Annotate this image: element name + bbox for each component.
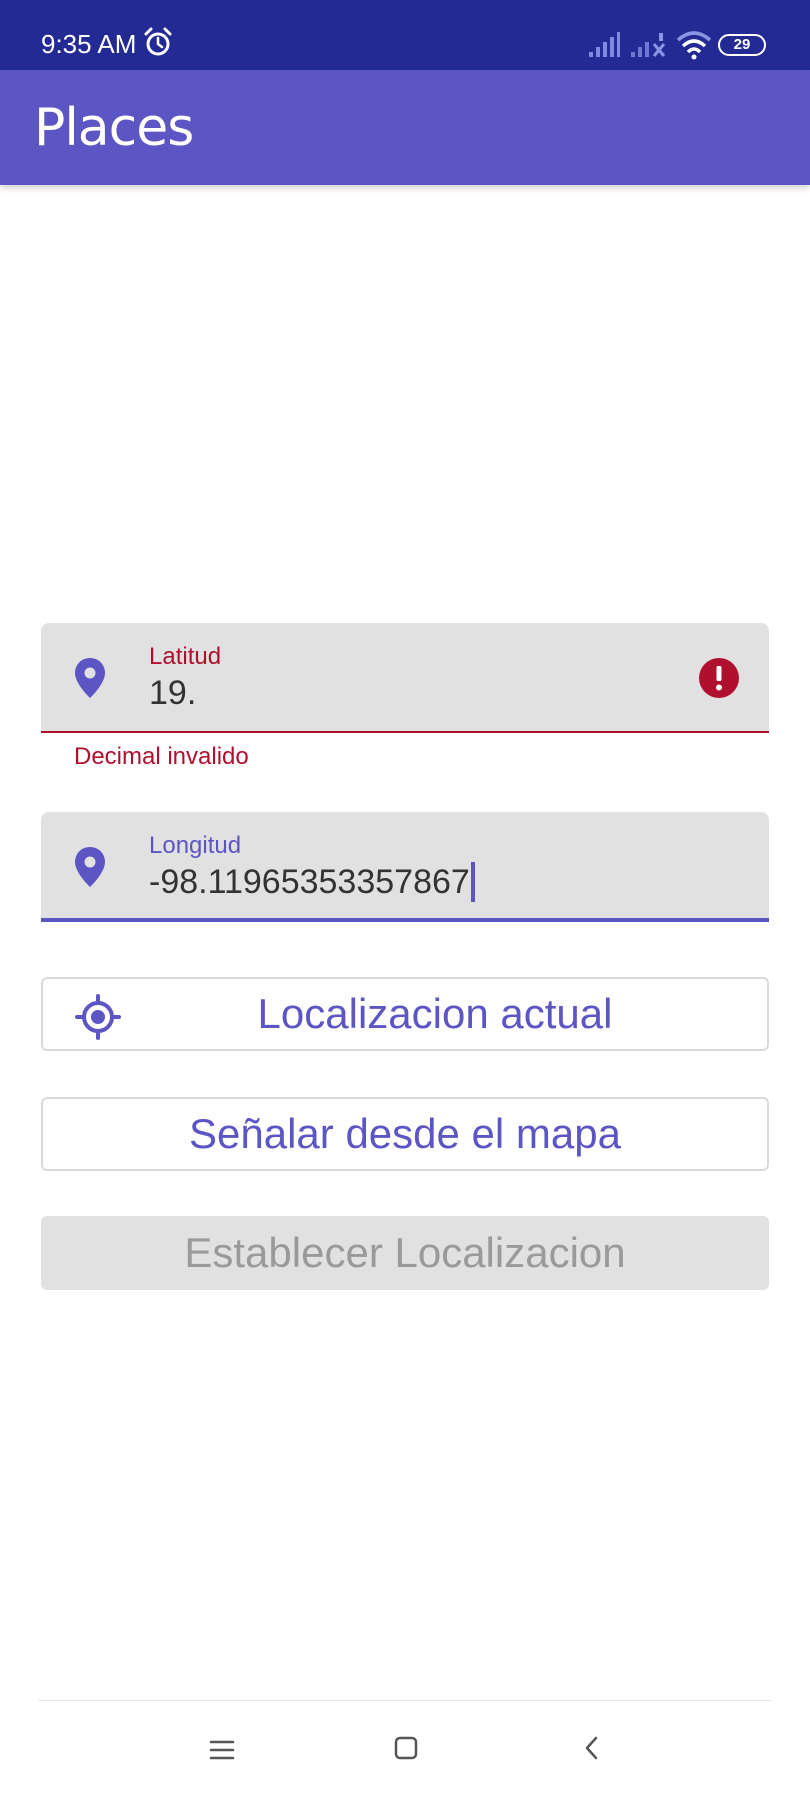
latitude-input[interactable]: 19. [149,673,196,713]
pick-on-map-label: Señalar desde el mapa [189,1110,621,1157]
latitude-error-message: Decimal invalido [74,743,249,770]
app-bar: Places [0,70,810,185]
wifi-icon [676,31,712,60]
error-icon [699,658,739,698]
nav-divider [38,1700,772,1701]
battery-icon: 29 [718,34,766,56]
latitude-label: Latitud [149,643,222,670]
current-location-button[interactable]: Localizacion actual [41,977,769,1051]
page-title: Places [34,98,194,158]
status-bar: 9:35 AM 29 [0,0,810,70]
signal-icon [631,33,666,57]
screen: 9:35 AM 29 Places Latitud 19. Decimal in… [0,0,810,1800]
latitude-field[interactable]: Latitud 19. [41,623,769,733]
pick-on-map-button[interactable]: Señalar desde el mapa [41,1097,769,1171]
back-icon[interactable] [578,1734,606,1762]
set-location-label: Establecer Localizacion [184,1229,626,1276]
battery-level: 29 [733,36,751,53]
location-pin-icon [75,658,105,698]
longitude-field[interactable]: Longitud -98.11965353357867 [41,812,769,922]
set-location-button[interactable]: Establecer Localizacion [41,1216,769,1290]
longitude-value: -98.11965353357867 [149,863,470,901]
my-location-icon [75,994,121,1040]
current-location-label: Localizacion actual [257,990,613,1037]
text-cursor [470,862,475,902]
longitude-label: Longitud [149,832,242,859]
home-icon[interactable] [392,1734,420,1762]
signal-icon [589,32,620,57]
status-time: 9:35 AM [41,29,137,59]
alarm-icon [144,27,172,56]
location-pin-icon [75,847,105,887]
menu-icon[interactable] [208,1736,236,1764]
longitude-input[interactable]: -98.11965353357867 [149,862,475,902]
